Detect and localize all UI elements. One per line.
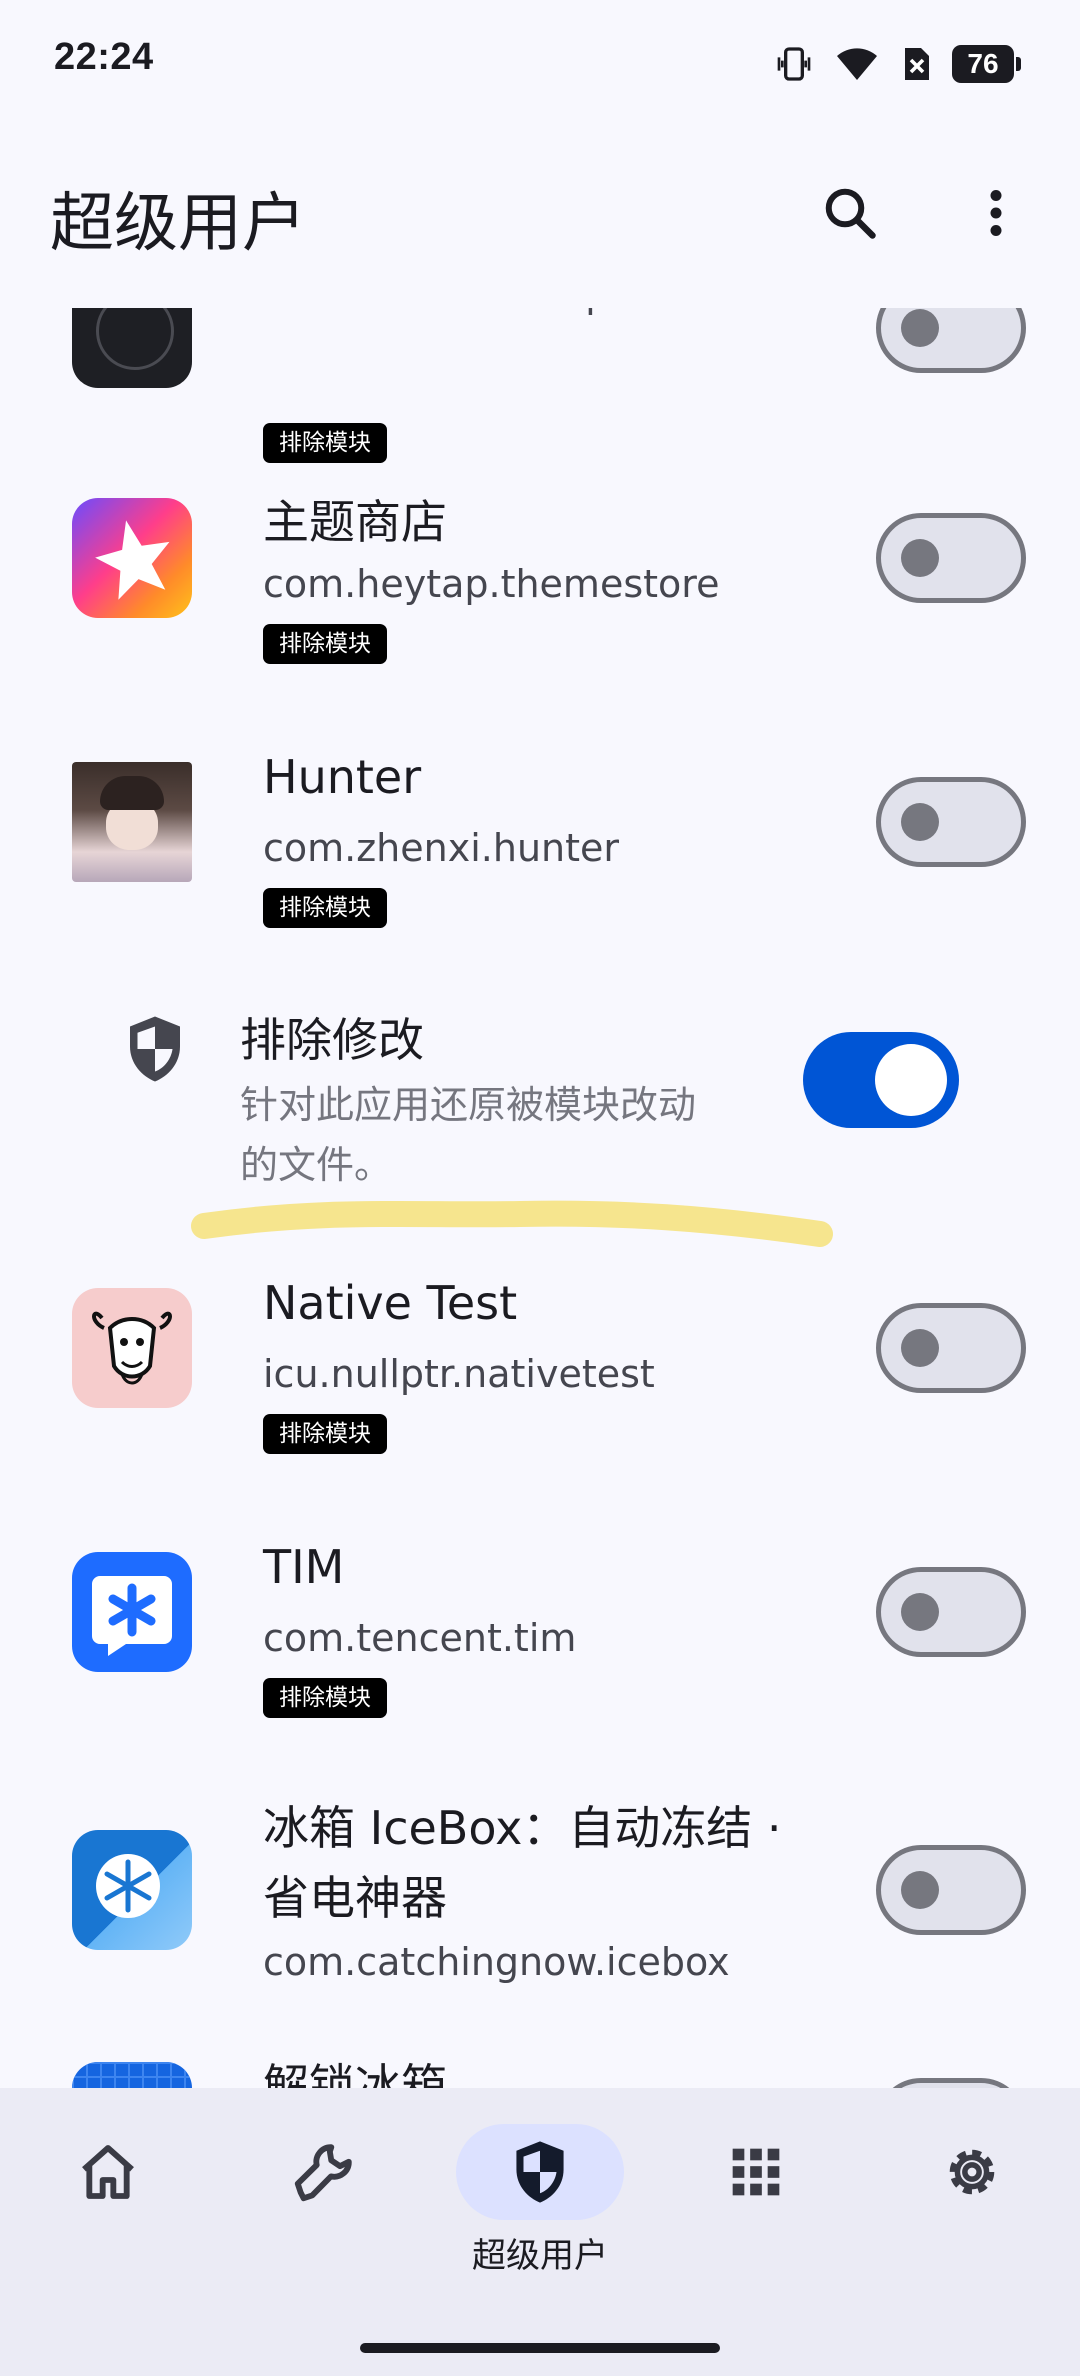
- superuser-toggle[interactable]: [876, 308, 1026, 373]
- package-name: com.catchingnow.icebox: [263, 1940, 730, 1984]
- nav-superuser-label: 超级用户: [472, 2236, 608, 2276]
- nav-settings[interactable]: [864, 2088, 1080, 2288]
- compass-app-icon: [72, 308, 192, 388]
- nav-apps[interactable]: [648, 2088, 864, 2288]
- native-test-app-icon: [72, 1288, 192, 1408]
- hunter-app-icon: [72, 762, 192, 882]
- setting-title: 排除修改: [240, 1013, 424, 1067]
- list-item[interactable]: Native Test icu.nullptr.nativetest 排除模块: [0, 1248, 1080, 1508]
- gesture-navigation-bar[interactable]: [360, 2343, 720, 2353]
- app-name: 主题商店: [263, 495, 447, 549]
- nav-home[interactable]: [0, 2088, 216, 2288]
- wrench-icon: [294, 2144, 352, 2202]
- toggle-thumb: [875, 1044, 947, 1116]
- app-name: Native Test: [263, 1276, 518, 1330]
- settings-gear-icon: [949, 2149, 995, 2195]
- list-item[interactable]: 解锁冰箱: [0, 2050, 1080, 2088]
- package-name: com.coloros.compass2: [263, 308, 696, 316]
- toggle-thumb: [901, 1871, 939, 1909]
- superuser-toggle[interactable]: [876, 1303, 1026, 1393]
- toggle-thumb: [901, 309, 939, 347]
- app-name-line2: 省电神器: [263, 1871, 447, 1925]
- package-name: icu.nullptr.nativetest: [263, 1352, 655, 1396]
- shield-icon: [130, 1016, 180, 1082]
- status-icons: 76: [774, 40, 1021, 88]
- toggle-thumb: [901, 803, 939, 841]
- nav-modules-pill: [240, 2124, 408, 2220]
- shield-icon: [516, 2141, 564, 2203]
- toggle-thumb: [901, 539, 939, 577]
- nav-settings-pill: [888, 2124, 1056, 2220]
- exclude-module-badge: 排除模块: [263, 423, 387, 463]
- app-name: 解锁冰箱: [263, 2059, 447, 2088]
- superuser-toggle[interactable]: [876, 1567, 1026, 1657]
- page-title: 超级用户: [50, 187, 306, 261]
- superuser-toggle[interactable]: [876, 2078, 1026, 2088]
- app-name: Hunter: [263, 750, 422, 804]
- search-button[interactable]: [805, 168, 895, 258]
- list-item[interactable]: Hunter com.zhenxi.hunter 排除模块: [0, 722, 1080, 982]
- package-name: com.zhenxi.hunter: [263, 826, 620, 870]
- icebox-app-icon: [72, 1830, 192, 1950]
- package-name: com.heytap.themestore: [263, 562, 720, 606]
- unlock-icebox-app-icon: [72, 2062, 192, 2088]
- superuser-app-list[interactable]: com.coloros.compass2 排除模块 主题商店 com.heyta…: [0, 308, 1080, 2088]
- more-vert-icon: [990, 190, 1002, 236]
- theme-store-app-icon: [72, 498, 192, 618]
- list-item[interactable]: 冰箱 IceBox：自动冻结 · 省电神器 com.catchingnow.ic…: [0, 1776, 1080, 2066]
- exclude-module-badge: 排除模块: [263, 888, 387, 928]
- toggle-thumb: [901, 1593, 939, 1631]
- setting-description-line1: 针对此应用还原被模块改动: [240, 1083, 697, 1127]
- battery-indicator: 76: [952, 45, 1021, 83]
- app-name: TIM: [263, 1540, 345, 1594]
- status-time: 22:24: [54, 36, 154, 78]
- nav-apps-pill: [672, 2124, 840, 2220]
- superuser-toggle[interactable]: [876, 513, 1026, 603]
- superuser-toggle[interactable]: [876, 1845, 1026, 1935]
- vibrate-icon: [777, 47, 811, 81]
- exclude-module-badge: 排除模块: [263, 1678, 387, 1718]
- nav-modules[interactable]: [216, 2088, 432, 2288]
- exclude-modifications-setting[interactable]: 排除修改 针对此应用还原被模块改动 的文件。: [0, 986, 1080, 1196]
- exclude-modifications-toggle[interactable]: [803, 1032, 959, 1128]
- superuser-toggle[interactable]: [876, 777, 1026, 867]
- exclude-module-badge: 排除模块: [263, 624, 387, 664]
- bottom-navigation: 超级用户: [0, 2088, 1080, 2376]
- list-item[interactable]: TIM com.tencent.tim 排除模块: [0, 1512, 1080, 1772]
- no-sim-icon: [905, 48, 929, 80]
- nav-home-pill: [24, 2124, 192, 2220]
- toggle-thumb: [901, 1329, 939, 1367]
- package-name: com.tencent.tim: [263, 1616, 577, 1660]
- list-item[interactable]: 主题商店 com.heytap.themestore 排除模块: [0, 458, 1080, 718]
- setting-description-line2: 的文件。: [240, 1143, 393, 1187]
- tim-app-icon: [72, 1552, 192, 1672]
- list-item[interactable]: com.coloros.compass2 排除模块: [0, 308, 1080, 463]
- nav-superuser-pill: [456, 2124, 624, 2220]
- app-name-line1: 冰箱 IceBox：自动冻结 ·: [263, 1801, 782, 1855]
- more-options-button[interactable]: [951, 168, 1041, 258]
- home-icon: [82, 2145, 134, 2199]
- exclude-module-badge: 排除模块: [263, 1414, 387, 1454]
- wifi-icon: [837, 48, 877, 80]
- nav-superuser[interactable]: 超级用户: [432, 2088, 648, 2288]
- search-icon: [825, 188, 876, 239]
- apps-grid-icon: [732, 2148, 780, 2196]
